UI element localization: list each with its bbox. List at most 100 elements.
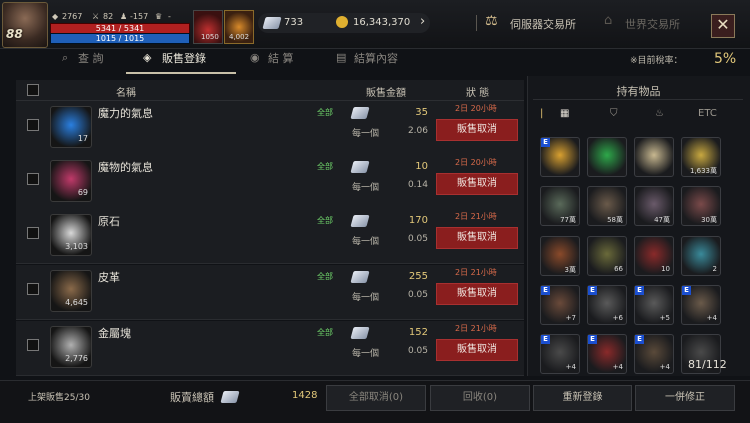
unit-price: 2.06 [407,126,428,136]
cancel-sale-button[interactable]: 販售取消 [436,227,518,249]
relist-button[interactable]: 重新登錄 [533,385,632,411]
tab-sell-register[interactable]: 販售登錄 [162,50,206,66]
server-exchange-link[interactable]: 伺服器交易所 [510,16,576,32]
total-value: 1428 [292,390,318,401]
item-price: 255 [408,271,428,282]
quality-label: 全部 [317,108,333,117]
unit-price: 0.14 [407,180,428,190]
item-price: 170 [408,215,428,226]
diamond-icon [350,161,370,173]
hp-text: 5341 / 5341 [95,24,145,33]
table-header [16,80,524,101]
time-remaining: 2日 21小時 [455,268,497,277]
power-value: 2767 [62,12,83,21]
item-name: 原石 [98,215,120,228]
item-quantity: 69 [77,188,88,197]
quality-label: 全部 [317,328,333,337]
chevron-right-icon[interactable]: › [420,14,425,29]
equip-badge: E [682,286,691,295]
unit-price: 0.05 [407,234,428,244]
tab-search[interactable]: 查 詢 [78,50,104,66]
world-exchange-link[interactable]: 世界交易所 [625,16,680,32]
defense-icon: ♟ [120,12,128,21]
diamond-icon [350,215,370,227]
cancel-sale-button[interactable]: 販售取消 [436,119,518,141]
attack-value: 82 [103,12,114,21]
item-quantity: 4,645 [65,298,88,307]
potion-count: 1050 [201,33,219,41]
inventory-slot[interactable] [634,137,674,177]
level-label: 88 [6,27,23,41]
potion-icon[interactable]: ♨ [655,108,664,119]
document-icon: ▤ [336,51,347,64]
equip-badge: E [541,138,550,147]
row-checkbox[interactable] [27,283,39,295]
filter-etc[interactable]: ETC [698,108,717,119]
cancel-sale-button[interactable]: 販售取消 [436,339,518,361]
slot-value: 10 [661,265,670,273]
tag-icon: ◈ [143,51,152,64]
tax-rate-label: ※目前稅率： [630,56,683,66]
unit-price: 0.05 [407,290,428,300]
close-button[interactable]: ✕ [711,14,735,38]
row-checkbox[interactable] [27,227,39,239]
tab-settlement-details[interactable]: 結算內容 [354,50,398,66]
attack-icon: ⚔ [92,12,100,21]
item-price: 10 [415,161,428,172]
mp-text: 1015 / 1015 [95,34,145,43]
equip-badge: E [541,335,550,344]
item-name: 魔力的氣息 [98,107,153,120]
diamond-icon [262,17,282,29]
column-price: 販售金額 [366,88,406,99]
slot-value: 2 [712,265,717,273]
cancel-sale-button[interactable]: 販售取消 [436,173,518,195]
shield-icon[interactable]: ⛉ [610,108,618,119]
grid-icon[interactable]: ▦ [560,108,569,119]
slot-value: +5 [659,314,670,322]
each-label: 每一個 [352,129,380,139]
divider [476,15,477,31]
gold-orb-count: 4,002 [229,33,250,41]
power-icon: ◆ [52,12,59,21]
row-checkbox[interactable] [27,339,39,351]
total-label: 販賣總額 [170,391,214,404]
column-name: 名稱 [116,88,136,99]
item-name: 金屬塊 [98,327,131,340]
item-price: 35 [415,107,428,118]
diamond-icon [350,327,370,339]
cancel-all-button[interactable]: 全部取消(0) [326,385,426,411]
equip-badge: E [635,286,644,295]
recover-button[interactable]: 回收(0) [430,385,530,411]
row-checkbox[interactable] [27,119,39,131]
slot-value: +4 [659,363,670,371]
slot-value: +4 [612,363,623,371]
time-remaining: 2日 20小時 [455,104,497,113]
diamond-icon [220,391,240,403]
trophy-icon: ♛ [155,12,163,21]
cancel-sale-button[interactable]: 販售取消 [436,283,518,305]
time-remaining: 2日 20小時 [455,158,497,167]
select-all-checkbox[interactable] [27,84,39,96]
each-label: 每一個 [352,293,380,303]
quality-label: 全部 [317,162,333,171]
divider [533,99,743,100]
tab-settlement[interactable]: 結 算 [268,50,294,66]
listed-count: 上架販售25/30 [28,393,90,403]
gold-coin-icon [336,16,348,28]
gold-count: 16,343,370 [353,17,411,28]
row-checkbox[interactable] [27,173,39,185]
equip-badge: E [635,335,644,344]
bank-icon: ⌂ [604,13,613,28]
avatar[interactable] [2,2,48,48]
mp-bar: 1015 / 1015 [50,33,190,44]
active-tab-indicator [126,72,236,74]
slot-value: 58萬 [607,216,623,224]
column-status: 狀 態 [466,88,490,99]
quality-label: 全部 [317,272,333,281]
modify-all-button[interactable]: 一併修正 [635,385,735,411]
extra-value: - [168,12,171,21]
diamond-icon [350,107,370,119]
time-remaining: 2日 21小時 [455,212,497,221]
inventory-slot[interactable] [587,137,627,177]
item-quantity: 2,776 [65,354,88,363]
